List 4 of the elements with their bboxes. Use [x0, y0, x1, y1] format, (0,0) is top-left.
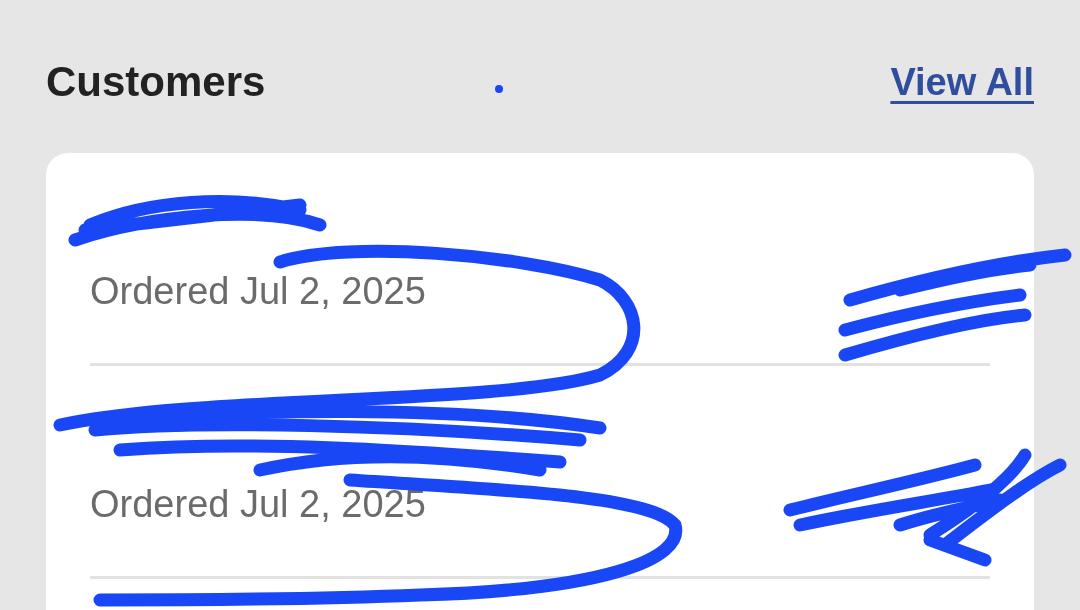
view-all-link[interactable]: View All: [890, 60, 1034, 104]
order-date: Ordered Jul 2, 2025: [90, 483, 427, 526]
section-title: Customers: [46, 58, 266, 106]
order-date: Ordered Jul 2, 2025: [90, 270, 427, 313]
